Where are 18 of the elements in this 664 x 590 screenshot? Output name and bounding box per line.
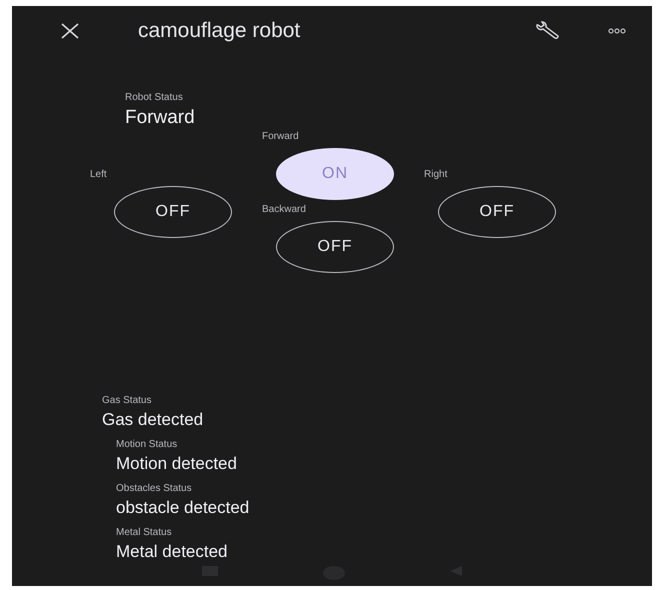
sensor-value: Gas detected <box>102 410 204 430</box>
sensor-label: Obstacles Status <box>116 483 193 494</box>
toggle-button[interactable]: OFF <box>114 186 232 238</box>
status-label: Robot Status <box>125 92 184 103</box>
sensor-label: Gas Status <box>102 395 152 406</box>
control-label: Forward <box>262 131 300 142</box>
sensor-label: Motion Status <box>116 439 178 450</box>
sensor-value: obstacle detected <box>116 498 250 518</box>
status-value: Forward <box>125 107 196 129</box>
app-title: camouflage robot <box>138 19 302 43</box>
sensor-value: Metal detected <box>116 542 229 562</box>
control-label: Right <box>424 169 448 180</box>
sensor-label: Metal Status <box>116 527 173 538</box>
control-label: Left <box>90 169 108 180</box>
sensor-value: Motion detected <box>116 454 238 474</box>
control-label: Backward <box>262 204 307 215</box>
toggle-button[interactable]: OFF <box>276 221 394 273</box>
toggle-button[interactable]: OFF <box>438 186 556 238</box>
